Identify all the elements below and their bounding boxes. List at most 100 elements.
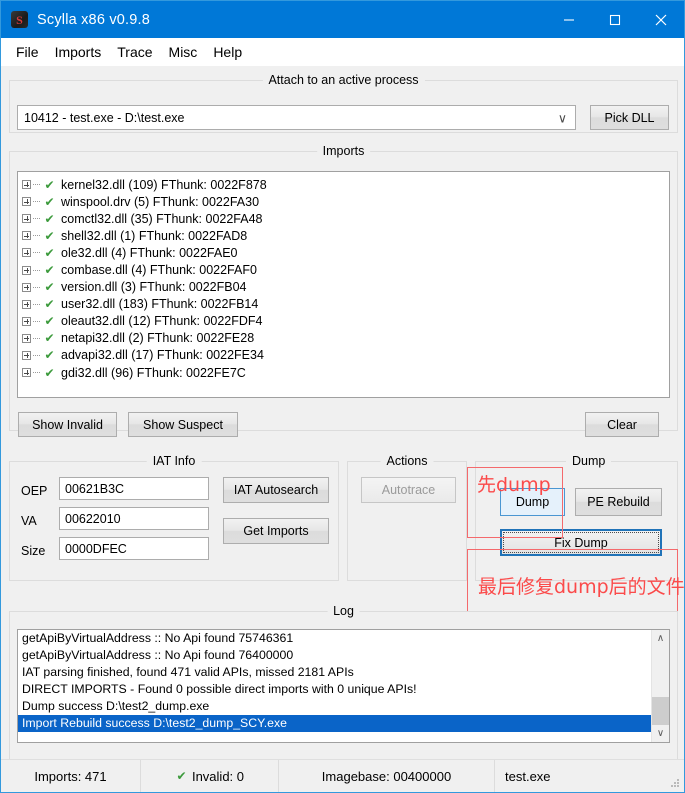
imports-tree[interactable]: ✔ kernel32.dll (109) FThunk: 0022F878 ✔ win… [17,171,670,398]
status-filename: test.exe [505,768,551,784]
valid-check-icon: ✔ [44,365,55,380]
show-suspect-button[interactable]: Show Suspect [128,412,238,437]
log-line[interactable]: getApiByVirtualAddress :: No Api found 7… [18,647,669,664]
expand-plus-icon[interactable] [22,180,31,190]
close-button[interactable] [638,1,684,38]
va-label: VA [21,514,37,528]
expand-plus-icon[interactable] [22,333,31,343]
status-invalid: ✔ Invalid: 0 [141,760,279,792]
imports-tree-row-label: comctl32.dll (35) FThunk: 0022FA48 [61,211,263,226]
oep-field[interactable]: 00621B3C [59,477,209,500]
app-icon-letter: S [16,12,23,27]
imports-tree-row[interactable]: ✔ winspool.drv (5) FThunk: 0022FA30 [22,193,669,210]
menu-item-help[interactable]: Help [205,42,250,62]
imports-tree-row[interactable]: ✔ shell32.dll (1) FThunk: 0022FAD8 [22,227,669,244]
resize-grip-icon[interactable] [670,778,681,789]
process-select[interactable]: 10412 - test.exe - D:\test.exe ∨ [17,105,576,130]
imports-tree-row-label: user32.dll (183) FThunk: 0022FB14 [61,297,259,312]
menu-item-misc[interactable]: Misc [161,42,206,62]
dump-button[interactable]: Dump [500,488,565,516]
expand-plus-icon[interactable] [22,197,31,207]
imports-tree-row-label: combase.dll (4) FThunk: 0022FAF0 [61,263,257,278]
imports-tree-row[interactable]: ✔ user32.dll (183) FThunk: 0022FB14 [22,296,669,313]
log-line-selected[interactable]: Import Rebuild success D:\test2_dump_SCY… [18,715,669,732]
expand-plus-icon[interactable] [22,282,31,292]
imports-tree-row-label: netapi32.dll (2) FThunk: 0022FE28 [61,331,255,346]
expand-plus-icon[interactable] [22,231,31,241]
caption-buttons [546,1,684,38]
log-line[interactable]: getApiByVirtualAddress :: No Api found 7… [18,630,669,647]
title-bar: S Scylla x86 v0.9.8 [1,1,684,38]
show-invalid-button[interactable]: Show Invalid [18,412,117,437]
imports-tree-row[interactable]: ✔ oleaut32.dll (12) FThunk: 0022FDF4 [22,313,669,330]
maximize-button[interactable] [592,1,638,38]
imports-tree-row-label: kernel32.dll (109) FThunk: 0022F878 [61,177,267,192]
scroll-track[interactable] [652,647,669,725]
expand-plus-icon[interactable] [22,350,31,360]
log-line[interactable]: Dump success D:\test2_dump.exe [18,698,669,715]
imports-tree-row[interactable]: ✔ version.dll (3) FThunk: 0022FB04 [22,279,669,296]
imports-tree-row[interactable]: ✔ combase.dll (4) FThunk: 0022FAF0 [22,261,669,278]
log-scrollbar[interactable]: ∧ ∨ [651,630,669,742]
iat-info-group-title: IAT Info [146,454,202,468]
clear-button[interactable]: Clear [585,412,659,437]
imports-tree-row-label: version.dll (3) FThunk: 0022FB04 [61,280,247,295]
valid-check-icon: ✔ [44,245,55,260]
size-label: Size [21,544,46,558]
attach-group-title: Attach to an active process [262,73,425,87]
pe-rebuild-button[interactable]: PE Rebuild [575,488,662,516]
expand-plus-icon[interactable] [22,368,31,378]
imports-tree-row[interactable]: ✔ advapi32.dll (17) FThunk: 0022FE34 [22,347,669,364]
client-area: Attach to an active process 10412 - test… [1,66,685,761]
va-field[interactable]: 00622010 [59,507,209,530]
scroll-down-icon[interactable]: ∨ [652,725,669,742]
expand-plus-icon[interactable] [22,316,31,326]
tree-connector-icon [33,286,40,288]
tree-connector-icon [33,235,40,237]
log-group-title: Log [327,604,360,618]
expand-plus-icon[interactable] [22,248,31,258]
valid-check-icon: ✔ [44,348,55,363]
imports-tree-row[interactable]: ✔ netapi32.dll (2) FThunk: 0022FE28 [22,330,669,347]
tree-connector-icon [33,252,40,254]
expand-plus-icon[interactable] [22,265,31,275]
imports-tree-row[interactable]: ✔ kernel32.dll (109) FThunk: 0022F878 [22,176,669,193]
expand-plus-icon[interactable] [22,299,31,309]
imports-tree-row-label: oleaut32.dll (12) FThunk: 0022FDF4 [61,314,263,329]
pick-dll-button[interactable]: Pick DLL [590,105,669,130]
scroll-up-icon[interactable]: ∧ [652,630,669,647]
chevron-down-icon: ∨ [557,111,567,125]
size-field[interactable]: 0000DFEC [59,537,209,560]
status-imports: Imports: 471 [1,760,141,792]
menu-bar: File Imports Trace Misc Help [1,38,684,66]
imports-tree-row[interactable]: ✔ gdi32.dll (96) FThunk: 0022FE7C [22,364,669,381]
log-line[interactable]: DIRECT IMPORTS - Found 0 possible direct… [18,681,669,698]
expand-plus-icon[interactable] [22,214,31,224]
valid-check-icon: ✔ [44,297,55,312]
iat-autosearch-button[interactable]: IAT Autosearch [223,477,329,503]
tree-connector-icon [33,184,40,186]
log-lines: getApiByVirtualAddress :: No Api found 7… [18,630,669,732]
status-imagebase: Imagebase: 00400000 [279,760,495,792]
valid-check-icon: ✔ [44,331,55,346]
scylla-main-window: S Scylla x86 v0.9.8 File Imports Trace M… [0,0,685,793]
check-icon: ✔ [176,769,187,783]
fix-dump-button[interactable]: Fix Dump [500,529,662,556]
imports-tree-row-label: winspool.drv (5) FThunk: 0022FA30 [61,194,260,209]
tree-connector-icon [33,337,40,339]
imports-tree-row-label: gdi32.dll (96) FThunk: 0022FE7C [61,365,246,380]
log-box[interactable]: getApiByVirtualAddress :: No Api found 7… [17,629,670,743]
menu-item-trace[interactable]: Trace [109,42,160,62]
tree-connector-icon [33,218,40,220]
imports-tree-row[interactable]: ✔ comctl32.dll (35) FThunk: 0022FA48 [22,210,669,227]
menu-item-file[interactable]: File [8,42,47,62]
log-line[interactable]: IAT parsing finished, found 471 valid AP… [18,664,669,681]
get-imports-button[interactable]: Get Imports [223,518,329,544]
scroll-thumb[interactable] [652,697,669,725]
imports-tree-row-label: ole32.dll (4) FThunk: 0022FAE0 [61,245,238,260]
tree-connector-icon [33,320,40,322]
imports-tree-row[interactable]: ✔ ole32.dll (4) FThunk: 0022FAE0 [22,244,669,261]
tree-connector-icon [33,269,40,271]
minimize-button[interactable] [546,1,592,38]
menu-item-imports[interactable]: Imports [47,42,110,62]
